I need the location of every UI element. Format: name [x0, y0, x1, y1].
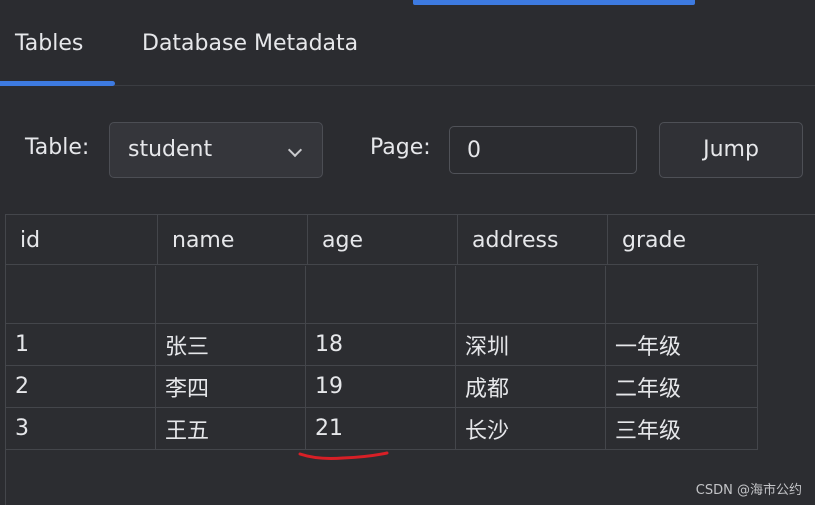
active-tab-indicator	[0, 81, 115, 86]
table-label: Table:	[25, 135, 90, 160]
cell-id[interactable]: 2	[6, 366, 156, 407]
column-header-grade[interactable]: grade	[608, 215, 758, 265]
cell-name[interactable]: 李四	[156, 366, 306, 407]
cell-address[interactable]: 深圳	[456, 324, 606, 365]
chevron-down-icon	[287, 142, 303, 158]
cell-id[interactable]	[6, 266, 156, 323]
cell-address[interactable]	[456, 266, 606, 323]
page-input[interactable]	[449, 126, 637, 174]
table-row[interactable]: 2 李四 19 成都 二年级	[6, 366, 758, 408]
cell-address[interactable]: 长沙	[456, 408, 606, 449]
table-row[interactable]: 1 张三 18 深圳 一年级	[6, 324, 758, 366]
cell-age[interactable]	[306, 266, 456, 323]
tab-tables[interactable]: Tables	[15, 6, 83, 86]
table-row[interactable]	[6, 266, 758, 324]
red-underline-annotation	[298, 451, 389, 460]
cell-grade[interactable]: 一年级	[606, 324, 758, 365]
jump-button[interactable]: Jump	[659, 122, 803, 178]
cell-id[interactable]: 1	[6, 324, 156, 365]
tab-bar: Tables Database Metadata	[0, 6, 815, 86]
data-table: id name age address grade 1 张三 18 深圳 一年级	[5, 214, 815, 505]
cell-name[interactable]	[156, 266, 306, 323]
table-body: 1 张三 18 深圳 一年级 2 李四 19 成都 二年级 3 王五 21 长沙…	[6, 266, 758, 450]
top-accent-bar	[413, 0, 695, 5]
table-select[interactable]: student	[109, 122, 323, 178]
cell-grade[interactable]: 二年级	[606, 366, 758, 407]
watermark-text: CSDN @海市公约	[695, 483, 802, 498]
table-select-value: student	[128, 137, 213, 162]
cell-grade[interactable]: 三年级	[606, 408, 758, 449]
table-header-row: id name age address grade	[6, 215, 758, 265]
column-header-age[interactable]: age	[308, 215, 458, 265]
table-row[interactable]: 3 王五 21 长沙 三年级	[6, 408, 758, 450]
tab-database-metadata[interactable]: Database Metadata	[142, 6, 358, 86]
column-header-id[interactable]: id	[6, 215, 158, 265]
app-window: Tables Database Metadata Table: student …	[0, 0, 815, 505]
column-header-name[interactable]: name	[158, 215, 308, 265]
cell-grade[interactable]	[606, 266, 758, 323]
cell-age[interactable]: 19	[306, 366, 456, 407]
column-header-address[interactable]: address	[458, 215, 608, 265]
cell-address[interactable]: 成都	[456, 366, 606, 407]
cell-name[interactable]: 王五	[156, 408, 306, 449]
cell-age[interactable]: 18	[306, 324, 456, 365]
cell-name[interactable]: 张三	[156, 324, 306, 365]
page-label: Page:	[370, 135, 431, 160]
cell-id[interactable]: 3	[6, 408, 156, 449]
cell-age[interactable]: 21	[306, 408, 456, 449]
